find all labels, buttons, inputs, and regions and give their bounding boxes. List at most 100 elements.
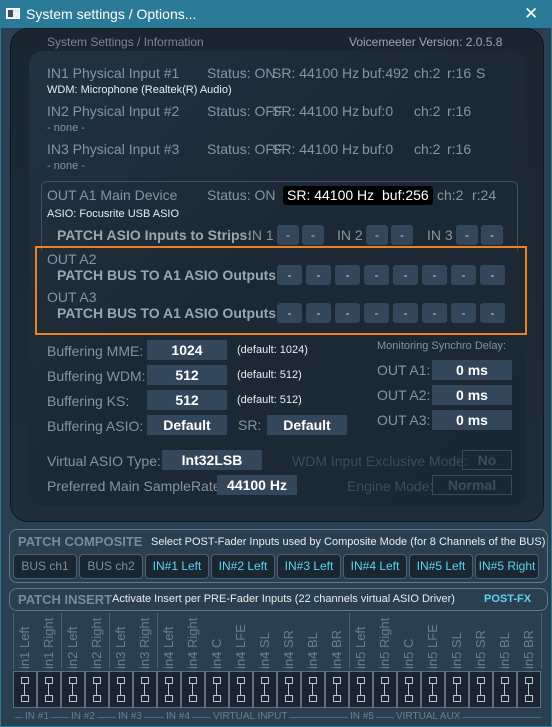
sync-label: OUT A3:: [377, 412, 431, 428]
patch-bus-button[interactable]: -: [277, 265, 302, 285]
samplerate-select[interactable]: 44100 Hz: [217, 475, 297, 495]
composite-button[interactable]: IN#2 Left: [211, 554, 275, 579]
patch-bus-button[interactable]: -: [306, 303, 331, 323]
insert-switch[interactable]: [85, 671, 109, 708]
patch-bus-button[interactable]: -: [422, 265, 447, 285]
input-device: - none -: [47, 160, 85, 172]
patch-bus-button[interactable]: -: [306, 265, 331, 285]
insert-channel-label: in5 BL: [497, 632, 512, 669]
insert-channel-label: in5 SR: [473, 629, 488, 669]
insert-switch[interactable]: [229, 671, 253, 708]
insert-switch[interactable]: [469, 671, 493, 708]
input-device: WDM: Microphone (Realtek(R) Audio): [47, 84, 232, 96]
insert-switch[interactable]: [445, 671, 469, 708]
out-a1-status: Status: ON: [207, 187, 276, 203]
buffering-input[interactable]: 512: [147, 390, 227, 410]
buffering-input[interactable]: Default: [147, 415, 227, 435]
insert-switch[interactable]: [325, 671, 349, 708]
insert-switch[interactable]: [397, 671, 421, 708]
engine-mode-select[interactable]: Normal: [432, 475, 512, 495]
input-status: Status: ON: [207, 65, 276, 81]
patch-asio-button[interactable]: -: [366, 225, 388, 245]
insert-switch-icon: [501, 677, 509, 702]
input-ch: ch:2: [414, 103, 441, 119]
group-separator: [13, 613, 14, 669]
insert-switch[interactable]: [13, 671, 37, 708]
insert-switch[interactable]: [493, 671, 517, 708]
insert-switch[interactable]: [109, 671, 133, 708]
sync-delay-input[interactable]: 0 ms: [432, 385, 512, 405]
insert-switch[interactable]: [157, 671, 181, 708]
composite-button[interactable]: BUS ch1: [13, 554, 77, 579]
input-r: r:16: [447, 65, 472, 81]
insert-channel-label: in4 Right: [185, 617, 200, 669]
wdm-exclusive-label: WDM Input Exclusive Mode:: [292, 453, 468, 469]
insert-switch[interactable]: [277, 671, 301, 708]
insert-switch-icon: [333, 677, 341, 702]
patch-bus-button[interactable]: -: [480, 303, 505, 323]
input-name: IN2 Physical Input #2: [47, 103, 180, 119]
insert-group-label: VIRTUAL AUX: [394, 711, 463, 722]
insert-channel-label: in2 Left: [65, 626, 80, 669]
insert-channel-label: in5 BR: [521, 629, 536, 669]
patch-bus-button[interactable]: -: [451, 265, 476, 285]
out-a1-r: r:24: [472, 187, 497, 203]
patch-asio-label: PATCH ASIO Inputs to Strips:: [57, 227, 252, 243]
patch-bus-button[interactable]: -: [451, 303, 476, 323]
patch-asio-button[interactable]: -: [481, 225, 503, 245]
input-sr: SR: 44100 Hz: [272, 103, 360, 119]
patch-asio-button[interactable]: -: [277, 225, 299, 245]
insert-switch[interactable]: [205, 671, 229, 708]
buffering-default: (default: 1024): [237, 344, 308, 356]
wdm-exclusive-toggle[interactable]: No: [462, 450, 512, 470]
insert-switch[interactable]: [253, 671, 277, 708]
out-a3-name: OUT A3: [47, 289, 97, 305]
patch-bus-button[interactable]: -: [364, 303, 389, 323]
composite-button[interactable]: IN#1 Left: [145, 554, 209, 579]
out-a1-device: ASIO: Focusrite USB ASIO: [47, 208, 180, 220]
window-title: System settings / Options...: [26, 6, 197, 22]
patch-bus-button[interactable]: -: [422, 303, 447, 323]
virtual-asio-select[interactable]: Int32LSB: [162, 450, 262, 470]
patch-bus-button[interactable]: -: [335, 303, 360, 323]
post-fx-button[interactable]: POST-FX: [484, 593, 531, 605]
composite-button[interactable]: IN#3 Left: [277, 554, 341, 579]
asio-sr-select[interactable]: Default: [267, 415, 347, 435]
composite-button[interactable]: IN#5 Right: [475, 554, 539, 579]
input-buf: buf:0: [362, 141, 394, 157]
composite-button[interactable]: IN#4 Left: [343, 554, 407, 579]
insert-switch[interactable]: [181, 671, 205, 708]
composite-button[interactable]: BUS ch2: [79, 554, 143, 579]
patch-bus-button[interactable]: -: [393, 265, 418, 285]
sync-delay-input[interactable]: 0 ms: [432, 410, 512, 430]
insert-switch-icon: [141, 677, 149, 702]
patch-bus-button[interactable]: -: [393, 303, 418, 323]
patch-asio-button[interactable]: -: [391, 225, 413, 245]
composite-button[interactable]: IN#5 Left: [409, 554, 473, 579]
patch-asio-button[interactable]: -: [302, 225, 324, 245]
insert-switch[interactable]: [37, 671, 61, 708]
buffering-input[interactable]: 512: [147, 365, 227, 385]
close-icon[interactable]: ✕: [524, 4, 538, 24]
insert-switch[interactable]: [349, 671, 373, 708]
input-sr: SR: 44100 Hz: [272, 141, 360, 157]
insert-channel-label: in5 SL: [449, 632, 464, 669]
insert-switch[interactable]: [421, 671, 445, 708]
sync-delay-input[interactable]: 0 ms: [432, 360, 512, 380]
group-separator: [349, 613, 350, 669]
insert-switch[interactable]: [61, 671, 85, 708]
patch-bus-button[interactable]: -: [480, 265, 505, 285]
out-a1-name: OUT A1 Main Device: [47, 187, 178, 203]
insert-channel-label: in5 LFE: [425, 624, 440, 669]
insert-switch[interactable]: [517, 671, 541, 708]
patch-bus-button[interactable]: -: [335, 265, 360, 285]
buffering-input[interactable]: 1024: [147, 340, 227, 360]
patch-bus-button[interactable]: -: [277, 303, 302, 323]
patch-bus-button[interactable]: -: [364, 265, 389, 285]
insert-switch[interactable]: [301, 671, 325, 708]
insert-switch-icon: [237, 677, 245, 702]
patch-asio-button[interactable]: -: [456, 225, 478, 245]
insert-switch[interactable]: [373, 671, 397, 708]
buffering-default: (default: 512): [237, 394, 302, 406]
insert-switch[interactable]: [133, 671, 157, 708]
